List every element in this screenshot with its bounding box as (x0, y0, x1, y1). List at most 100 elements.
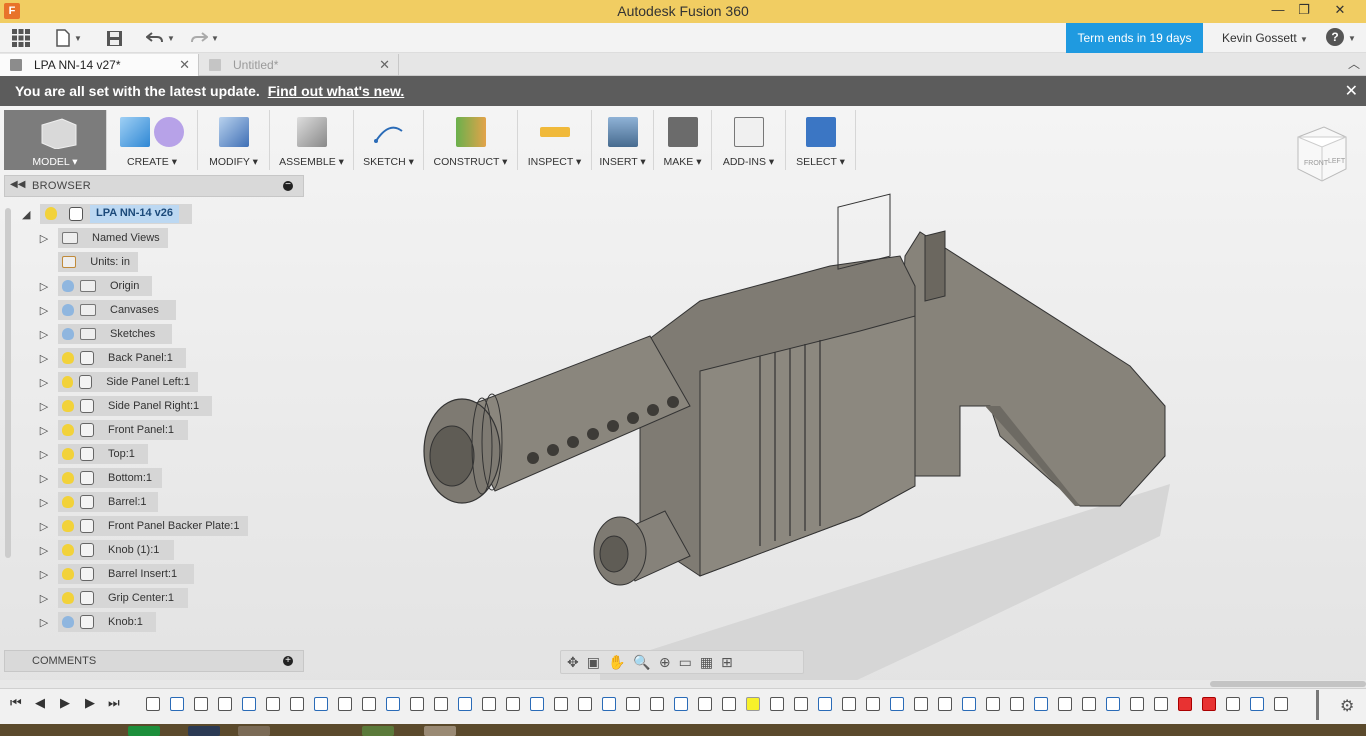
expand-triangle-icon[interactable]: ▷ (38, 400, 50, 413)
redo-button[interactable]: ▼ (190, 28, 219, 48)
taskbar-app-icon[interactable] (424, 726, 456, 736)
timeline-feature-icon[interactable] (218, 697, 232, 711)
tree-item[interactable]: ▷ Front Panel:1 (0, 420, 300, 440)
expand-triangle-icon[interactable]: ▷ (38, 424, 50, 437)
timeline-feature-icon[interactable] (770, 697, 784, 711)
minimize-button[interactable]: — (1265, 2, 1291, 20)
timeline-feature-icon[interactable] (1178, 697, 1192, 711)
tree-item[interactable]: ▷ Grip Center:1 (0, 588, 300, 608)
taskbar-app-icon[interactable] (362, 726, 394, 736)
comments-panel-header[interactable]: COMMENTS + (4, 650, 304, 672)
visibility-bulb-icon[interactable] (62, 568, 74, 580)
select-menu[interactable]: SELECT ▾ (786, 110, 856, 170)
visibility-bulb-icon[interactable] (62, 592, 74, 604)
timeline-settings-gear-icon[interactable]: ⚙ (1340, 696, 1354, 716)
visibility-bulb-icon[interactable] (62, 304, 74, 316)
timeline-feature-icon[interactable] (938, 697, 952, 711)
visibility-bulb-icon[interactable] (62, 616, 74, 628)
construct-menu[interactable]: CONSTRUCT ▾ (424, 110, 518, 170)
tree-item[interactable]: ▷ Barrel:1 (0, 492, 300, 512)
visibility-bulb-icon[interactable] (62, 328, 74, 340)
timeline-prev-icon[interactable]: ◀︎ (35, 695, 45, 711)
close-window-button[interactable]: ✕ (1327, 2, 1353, 20)
expand-triangle-icon[interactable]: ▷ (38, 448, 50, 461)
timeline-feature-icon[interactable] (338, 697, 352, 711)
visibility-bulb-icon[interactable] (62, 472, 74, 484)
viewports-icon[interactable]: ⊞ (721, 654, 733, 671)
make-menu[interactable]: MAKE ▾ (654, 110, 712, 170)
timeline-feature-icon[interactable] (146, 697, 160, 711)
timeline-feature-icon[interactable] (698, 697, 712, 711)
tree-item[interactable]: ▷ Named Views (0, 228, 300, 248)
timeline-last-icon[interactable]: ⏭ (108, 695, 120, 711)
timeline-feature-icon[interactable] (1130, 697, 1144, 711)
tree-item[interactable]: ▷ Barrel Insert:1 (0, 564, 300, 584)
timeline-feature-icon[interactable] (962, 697, 976, 711)
zoom-icon[interactable]: 🔍 (633, 654, 650, 671)
taskbar-app-icon[interactable] (238, 726, 270, 736)
add-ins-menu[interactable]: ADD-INS ▾ (712, 110, 786, 170)
tree-item[interactable]: ▷ Front Panel Backer Plate:1 (0, 516, 300, 536)
taskbar-app-icon[interactable] (128, 726, 160, 736)
timeline-feature-icon[interactable] (554, 697, 568, 711)
insert-menu[interactable]: INSERT ▾ (592, 110, 654, 170)
create-menu[interactable]: CREATE ▾ (107, 110, 198, 170)
timeline-feature-icon[interactable] (410, 697, 424, 711)
fit-icon[interactable]: ⊕ (659, 654, 671, 671)
expand-triangle-icon[interactable]: ▷ (38, 328, 50, 341)
tree-item[interactable]: ▷ Sketches (0, 324, 300, 344)
tab-untitled[interactable]: Untitled* ✕ (199, 54, 399, 76)
timeline-feature-icon[interactable] (914, 697, 928, 711)
tree-item[interactable]: ▷ Origin (0, 276, 300, 296)
browser-header[interactable]: ◀◀ BROWSER − (4, 175, 304, 197)
timeline-feature-icon[interactable] (626, 697, 640, 711)
close-notice-icon[interactable]: ✕ (1345, 81, 1358, 101)
timeline-feature-icon[interactable] (1250, 697, 1264, 711)
timeline-feature-icon[interactable] (458, 697, 472, 711)
visibility-bulb-icon[interactable] (62, 496, 74, 508)
timeline-feature-icon[interactable] (602, 697, 616, 711)
timeline-feature-icon[interactable] (986, 697, 1000, 711)
visibility-bulb-icon[interactable] (45, 207, 57, 220)
timeline-feature-icon[interactable] (794, 697, 808, 711)
timeline-feature-icon[interactable] (290, 697, 304, 711)
expand-triangle-icon[interactable]: ▷ (38, 616, 50, 629)
undo-button[interactable]: ▼ (146, 28, 175, 48)
expand-triangle-icon[interactable]: ▷ (38, 232, 50, 245)
tree-item[interactable]: ▷ Top:1 (0, 444, 300, 464)
tab-lpa-nn14[interactable]: LPA NN-14 v27* ✕ (0, 54, 199, 76)
timeline-feature-icon[interactable] (1154, 697, 1168, 711)
timeline-feature-icon[interactable] (1274, 697, 1288, 711)
timeline-feature-icon[interactable] (506, 697, 520, 711)
close-tab-icon[interactable]: ✕ (179, 57, 190, 73)
timeline-scrollbar[interactable] (0, 680, 1366, 688)
tree-item[interactable]: ▷ Side Panel Right:1 (0, 396, 300, 416)
tree-item[interactable]: ▷ Knob (1):1 (0, 540, 300, 560)
timeline-feature-icon[interactable] (482, 697, 496, 711)
chevron-up-icon[interactable]: ︿ (1348, 55, 1360, 72)
visibility-bulb-icon[interactable] (62, 424, 74, 436)
term-ends-button[interactable]: Term ends in 19 days (1066, 23, 1203, 53)
expand-triangle-icon[interactable]: ▷ (38, 472, 50, 485)
timeline-feature-icon[interactable] (170, 697, 184, 711)
timeline-feature-icon[interactable] (1082, 697, 1096, 711)
save-button[interactable] (106, 28, 123, 48)
timeline-feature-icon[interactable] (530, 697, 544, 711)
timeline-feature-icon[interactable] (1010, 697, 1024, 711)
tree-item[interactable]: Units: in (0, 252, 300, 272)
collapse-triangle-icon[interactable]: ◢ (22, 208, 30, 221)
model-workspace-menu[interactable]: MODEL ▾ (4, 110, 107, 170)
timeline-feature-icon[interactable] (194, 697, 208, 711)
tree-item[interactable]: ▷ Bottom:1 (0, 468, 300, 488)
expand-triangle-icon[interactable]: ▷ (38, 304, 50, 317)
timeline-marker[interactable] (1316, 690, 1319, 720)
look-at-icon[interactable]: ▣ (587, 654, 600, 671)
expand-triangle-icon[interactable]: ▷ (38, 496, 50, 509)
timeline-feature-icon[interactable] (578, 697, 592, 711)
add-comment-icon[interactable]: + (283, 656, 293, 666)
pan-hand-icon[interactable]: ✋ (608, 654, 625, 671)
visibility-bulb-icon[interactable] (62, 544, 74, 556)
timeline-feature-icon[interactable] (866, 697, 880, 711)
app-grid-button[interactable] (12, 28, 30, 48)
assemble-menu[interactable]: ASSEMBLE ▾ (270, 110, 354, 170)
